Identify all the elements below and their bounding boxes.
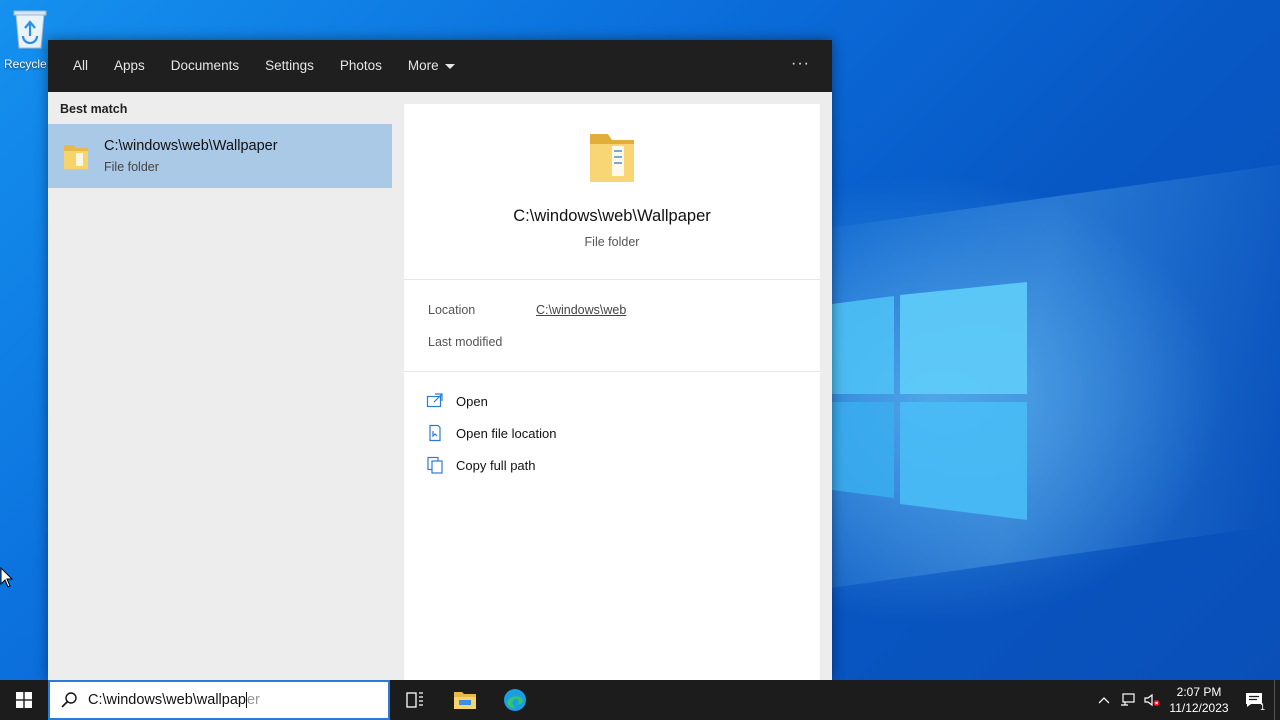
- show-desktop-button[interactable]: [1274, 680, 1280, 720]
- copy-icon: [427, 456, 443, 474]
- taskbar: C:\windows\web\wallpaper 2:07 PM 11/12/2…: [0, 680, 1280, 720]
- search-icon: [61, 692, 77, 708]
- volume-muted-icon: [1144, 693, 1160, 707]
- action-center-button[interactable]: 1: [1234, 680, 1274, 720]
- taskbar-clock[interactable]: 2:07 PM 11/12/2023: [1164, 684, 1234, 716]
- last-modified-label: Last modified: [428, 335, 503, 349]
- more-options-button[interactable]: ···: [791, 40, 810, 88]
- open-action-label: Open: [456, 393, 488, 409]
- preview-header: C:\windows\web\Wallpaper File folder: [404, 104, 820, 280]
- windows-start-icon: [16, 692, 32, 708]
- open-file-location-label: Open file location: [456, 425, 557, 441]
- network-button[interactable]: [1116, 680, 1140, 720]
- tab-photos[interactable]: Photos: [327, 40, 395, 92]
- results-list: Best match C:\windows\web\Wallpaper File…: [48, 92, 392, 680]
- tab-documents[interactable]: Documents: [158, 40, 252, 92]
- chevron-down-icon: [444, 63, 455, 69]
- folder-large-icon: [590, 134, 634, 182]
- search-typed-text: C:\windows\web\wallpap: [88, 691, 246, 708]
- show-hidden-icons-button[interactable]: [1092, 680, 1116, 720]
- tab-all[interactable]: All: [60, 40, 101, 92]
- network-icon: [1121, 693, 1135, 706]
- search-filter-bar: All Apps Documents Settings Photos More …: [48, 40, 832, 92]
- volume-button[interactable]: [1140, 680, 1164, 720]
- best-match-result[interactable]: C:\windows\web\Wallpaper File folder: [48, 124, 392, 188]
- preview-type: File folder: [584, 235, 640, 249]
- tab-settings[interactable]: Settings: [252, 40, 327, 92]
- task-view-icon: [406, 692, 423, 708]
- location-label: Location: [428, 303, 476, 317]
- search-panel: All Apps Documents Settings Photos More …: [48, 40, 832, 680]
- folder-icon: [64, 145, 88, 169]
- copy-full-path-label: Copy full path: [456, 457, 536, 473]
- edge-browser-button[interactable]: [490, 680, 540, 720]
- search-autocomplete-text: er: [246, 691, 260, 708]
- task-view-button[interactable]: [390, 680, 440, 720]
- copy-full-path-action[interactable]: Copy full path: [426, 456, 536, 474]
- tab-more-label: More: [407, 58, 439, 73]
- mouse-cursor-icon: [0, 567, 14, 588]
- windows-logo-wallpaper: [832, 282, 1027, 520]
- result-title: C:\windows\web\Wallpaper: [104, 138, 278, 154]
- file-explorer-icon: [454, 692, 476, 709]
- tab-more[interactable]: More: [395, 40, 468, 92]
- clock-date: 11/12/2023: [1169, 701, 1229, 715]
- taskbar-search-input[interactable]: C:\windows\web\wallpaper: [48, 680, 390, 720]
- edge-icon: [504, 689, 526, 711]
- file-location-icon: [429, 424, 441, 442]
- recycle-bin-icon: [13, 10, 47, 49]
- open-icon: [426, 393, 443, 408]
- system-tray: 2:07 PM 11/12/2023 1: [1092, 680, 1280, 720]
- start-button[interactable]: [0, 680, 48, 720]
- best-match-heading: Best match: [60, 102, 128, 116]
- result-subtitle: File folder: [104, 160, 159, 174]
- file-explorer-button[interactable]: [440, 680, 490, 720]
- open-action[interactable]: Open: [426, 392, 488, 410]
- open-file-location-action[interactable]: Open file location: [426, 424, 556, 442]
- clock-time: 2:07 PM: [1176, 685, 1222, 699]
- notification-count: 1: [1259, 702, 1265, 712]
- preview-pane: C:\windows\web\Wallpaper File folder Loc…: [404, 104, 820, 680]
- search-query-text: C:\windows\web\wallpaper: [88, 691, 260, 709]
- location-link[interactable]: C:\windows\web: [536, 303, 626, 317]
- preview-title: C:\windows\web\Wallpaper: [513, 207, 711, 225]
- chevron-up-icon: [1098, 697, 1110, 704]
- preview-details: Location C:\windows\web Last modified: [404, 280, 820, 372]
- tab-apps[interactable]: Apps: [101, 40, 158, 92]
